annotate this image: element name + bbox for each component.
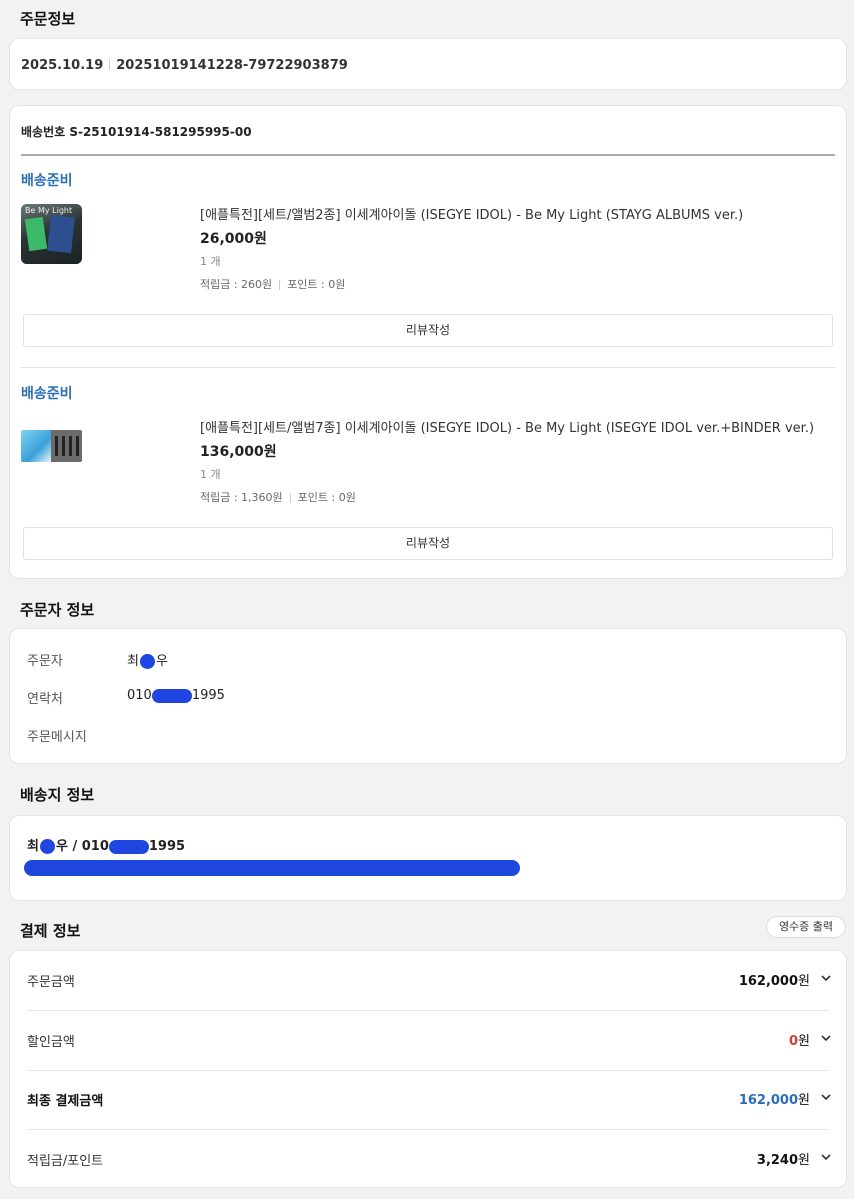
product-name[interactable]: [애플특전][세트/앨범7종] 이세계아이돌 (ISEGYE IDOL) - B… [200, 417, 814, 436]
unit: 원 [798, 1093, 810, 1108]
order-info-title: 주문정보 [20, 10, 76, 28]
amount: 0 [788, 1034, 799, 1049]
product-quantity: 1 개 [200, 255, 221, 268]
divider [21, 367, 835, 368]
orderer-phone: 010 1995 [127, 688, 225, 703]
payment-info-card: 주문금액 162,000원 할인금액 0원 최종 결제금액 162,000원 적… [9, 950, 847, 1188]
delivery-info-title: 배송지 정보 [20, 786, 95, 804]
orderer-name: 최우 [127, 650, 168, 669]
amount: 3,240 [756, 1153, 799, 1168]
payment-row-value: 3,240원 [757, 1149, 810, 1168]
divider [279, 280, 281, 290]
recipient-suffix: 1995 [148, 839, 186, 854]
thumbnail-label: Be My Light [25, 206, 73, 215]
orderer-info-title: 주문자 정보 [20, 601, 95, 619]
payment-row-value: 162,000원 [739, 1089, 810, 1108]
amount: 162,000 [738, 1093, 799, 1108]
amount: 162,000 [738, 974, 799, 989]
product-quantity: 1 개 [200, 468, 221, 481]
orderer-name-label: 주문자 [27, 654, 63, 669]
product-name[interactable]: [애플특전][세트/앨범2종] 이세계아이돌 (ISEGYE IDOL) - B… [200, 204, 743, 223]
payment-row-label: 주문금액 [27, 975, 75, 990]
redaction-mark [151, 688, 192, 703]
payment-row-rewards[interactable]: 적립금/포인트 3,240원 [10, 1130, 848, 1189]
recipient-middle: 우 / 010 [55, 839, 109, 854]
unit: 원 [798, 1153, 810, 1168]
chevron-down-icon[interactable] [821, 1152, 831, 1162]
shipping-number: 배송번호 S-25101914-581295995-00 [21, 125, 252, 139]
orderer-info-card: 주문자 최우 연락처 010 1995 주문메시지 [9, 628, 847, 764]
unit: 원 [798, 1034, 810, 1049]
points-amount: 포인트 : 0원 [297, 491, 356, 504]
product-price: 26,000원 [200, 231, 267, 247]
order-info-card: 2025.10.19 20251019141228-79722903879 [9, 38, 847, 90]
name-suffix: 우 [155, 654, 168, 669]
recipient-summary: 최 우 / 010 1995 [27, 835, 185, 854]
order-date: 2025.10.19 [21, 58, 104, 73]
shipment-card: 배송번호 S-25101914-581295995-00 배송준비 Be My … [9, 105, 847, 579]
product-price: 136,000원 [200, 444, 277, 460]
orderer-phone-label: 연락처 [27, 692, 63, 707]
payment-row-order-amount[interactable]: 주문금액 162,000원 [10, 951, 848, 1010]
item-status: 배송준비 [21, 386, 73, 402]
redaction-mark [108, 839, 149, 854]
review-button[interactable]: 리뷰작성 [23, 314, 833, 347]
unit: 원 [798, 974, 810, 989]
payment-row-label: 할인금액 [27, 1035, 75, 1050]
chevron-down-icon[interactable] [821, 973, 831, 983]
review-button[interactable]: 리뷰작성 [23, 527, 833, 560]
payment-row-label: 적립금/포인트 [27, 1154, 104, 1169]
payment-row-value: 162,000원 [739, 970, 810, 989]
delivery-info-card: 최 우 / 010 1995 [9, 815, 847, 901]
order-number: 20251019141228-79722903879 [116, 58, 348, 73]
points-amount: 포인트 : 0원 [287, 278, 346, 291]
payment-row-label: 최종 결제금액 [27, 1094, 104, 1109]
product-thumbnail[interactable]: Be My Light [21, 204, 82, 264]
order-message-label: 주문메시지 [27, 730, 87, 745]
receipt-print-button[interactable]: 영수증 출력 [766, 916, 846, 938]
reward-amount: 적립금 : 1,360원 [200, 491, 283, 504]
payment-info-title: 결제 정보 [20, 922, 81, 940]
recipient-prefix: 최 [27, 839, 39, 854]
divider [109, 59, 111, 70]
redaction-mark [39, 839, 55, 854]
item-status: 배송준비 [21, 173, 73, 189]
reward-amount: 적립금 : 260원 [200, 278, 273, 291]
payment-row-value: 0원 [789, 1030, 810, 1049]
redaction-mark [139, 654, 155, 669]
chevron-down-icon[interactable] [821, 1033, 831, 1043]
divider [21, 154, 835, 156]
payment-row-discount[interactable]: 할인금액 0원 [10, 1011, 848, 1070]
divider [289, 493, 291, 503]
name-prefix: 최 [127, 654, 139, 669]
chevron-down-icon[interactable] [821, 1092, 831, 1102]
address-redaction-mark [24, 860, 520, 876]
payment-row-final-amount[interactable]: 최종 결제금액 162,000원 [10, 1070, 848, 1129]
phone-prefix: 010 [127, 688, 152, 703]
product-thumbnail[interactable] [21, 430, 82, 462]
phone-suffix: 1995 [191, 688, 225, 703]
